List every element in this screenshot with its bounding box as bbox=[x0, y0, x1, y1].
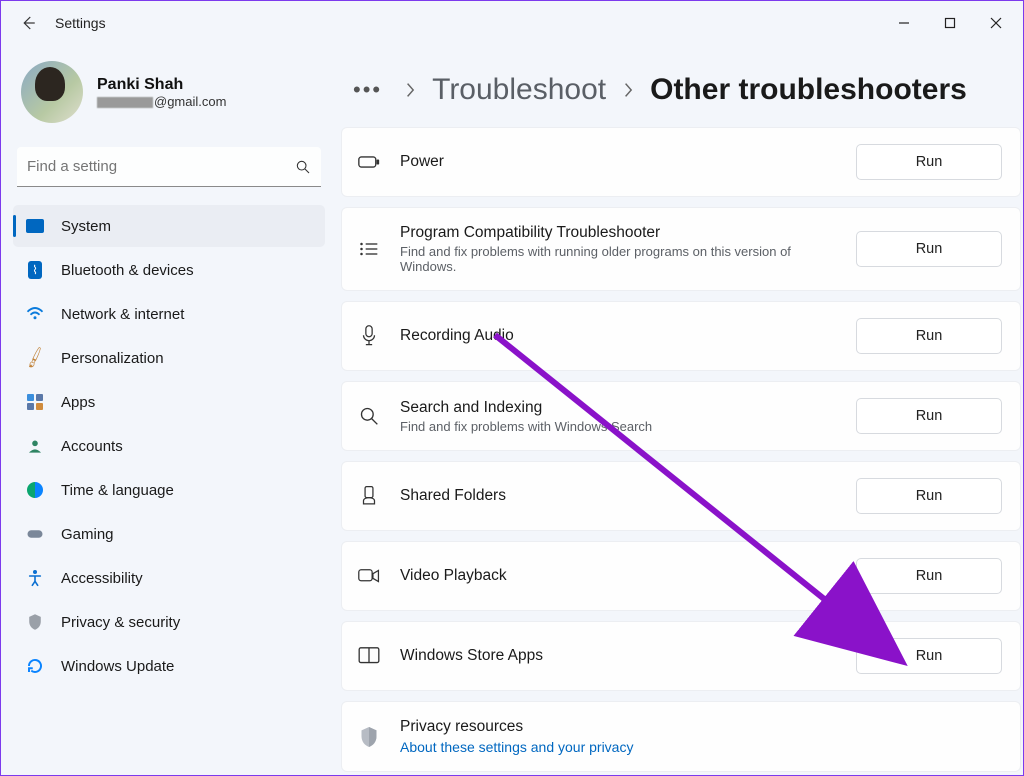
troubleshooter-title: Video Playback bbox=[400, 567, 838, 585]
store-apps-icon bbox=[356, 647, 382, 665]
maximize-icon bbox=[944, 17, 956, 29]
troubleshooter-row-recording: Recording Audio Run bbox=[341, 301, 1021, 371]
breadcrumb-link-troubleshoot[interactable]: Troubleshoot bbox=[432, 73, 606, 107]
sidebar-nav: System ⌇ Bluetooth & devices Network & i… bbox=[13, 205, 325, 687]
sidebar-item-time[interactable]: Time & language bbox=[13, 469, 325, 511]
troubleshooter-row-video: Video Playback Run bbox=[341, 541, 1021, 611]
main-content: ••• Troubleshoot Other troubleshooters P… bbox=[341, 45, 1023, 775]
sidebar-item-label: Accessibility bbox=[61, 570, 143, 587]
sidebar-item-system[interactable]: System bbox=[13, 205, 325, 247]
troubleshooter-title: Search and Indexing bbox=[400, 399, 838, 417]
sidebar-item-accessibility[interactable]: Accessibility bbox=[13, 557, 325, 599]
sidebar-item-label: Apps bbox=[61, 394, 95, 411]
sidebar-item-apps[interactable]: Apps bbox=[13, 381, 325, 423]
troubleshooter-row-power: Power Run bbox=[341, 127, 1021, 197]
sidebar-item-privacy[interactable]: Privacy & security bbox=[13, 601, 325, 643]
globe-clock-icon bbox=[25, 482, 45, 498]
troubleshooter-desc: Find and fix problems with Windows Searc… bbox=[400, 419, 820, 434]
profile-email: @gmail.com bbox=[97, 94, 226, 109]
sidebar-item-label: System bbox=[61, 218, 111, 235]
close-button[interactable] bbox=[973, 7, 1019, 39]
troubleshooter-title: Program Compatibility Troubleshooter bbox=[400, 224, 838, 242]
troubleshooter-list: Power Run Program Compatibility Troubles… bbox=[341, 127, 1023, 772]
video-icon bbox=[356, 568, 382, 584]
troubleshooter-row-compat: Program Compatibility Troubleshooter Fin… bbox=[341, 207, 1021, 291]
troubleshooter-title: Windows Store Apps bbox=[400, 647, 838, 665]
sidebar-item-label: Bluetooth & devices bbox=[61, 262, 194, 279]
sidebar-item-accounts[interactable]: Accounts bbox=[13, 425, 325, 467]
troubleshooter-title: Power bbox=[400, 153, 838, 171]
wifi-icon bbox=[25, 307, 45, 321]
run-button-power[interactable]: Run bbox=[856, 144, 1002, 180]
privacy-resources-card: Privacy resources About these settings a… bbox=[341, 701, 1021, 772]
email-obscured bbox=[97, 97, 153, 108]
sidebar-item-label: Network & internet bbox=[61, 306, 184, 323]
troubleshooter-row-store: Windows Store Apps Run bbox=[341, 621, 1021, 691]
search-box[interactable] bbox=[17, 147, 321, 187]
sidebar-item-gaming[interactable]: Gaming bbox=[13, 513, 325, 555]
update-icon bbox=[25, 657, 45, 675]
sidebar-item-label: Gaming bbox=[61, 526, 114, 543]
close-icon bbox=[990, 17, 1002, 29]
apps-icon bbox=[25, 394, 45, 410]
sidebar-item-bluetooth[interactable]: ⌇ Bluetooth & devices bbox=[13, 249, 325, 291]
run-button-video[interactable]: Run bbox=[856, 558, 1002, 594]
bluetooth-icon: ⌇ bbox=[25, 261, 45, 279]
avatar bbox=[21, 61, 83, 123]
breadcrumb: ••• Troubleshoot Other troubleshooters bbox=[341, 65, 1023, 127]
breadcrumb-more-button[interactable]: ••• bbox=[347, 77, 388, 103]
search-input[interactable] bbox=[27, 158, 295, 175]
gamepad-icon bbox=[25, 527, 45, 541]
run-button-shared[interactable]: Run bbox=[856, 478, 1002, 514]
profile-block[interactable]: Panki Shah @gmail.com bbox=[13, 55, 325, 143]
minimize-button[interactable] bbox=[881, 7, 927, 39]
sidebar-item-label: Time & language bbox=[61, 482, 174, 499]
run-button-compat[interactable]: Run bbox=[856, 231, 1002, 267]
window-controls bbox=[881, 7, 1019, 39]
breadcrumb-current: Other troubleshooters bbox=[650, 73, 967, 107]
back-button[interactable] bbox=[19, 14, 41, 32]
monitor-icon bbox=[25, 219, 45, 233]
privacy-link[interactable]: About these settings and your privacy bbox=[400, 739, 1002, 755]
shield-icon bbox=[356, 725, 382, 749]
window-title: Settings bbox=[55, 15, 106, 31]
search-icon bbox=[295, 159, 311, 175]
sidebar-item-label: Privacy & security bbox=[61, 614, 180, 631]
chevron-right-icon bbox=[404, 82, 416, 98]
troubleshooter-title: Recording Audio bbox=[400, 327, 838, 345]
run-button-recording[interactable]: Run bbox=[856, 318, 1002, 354]
titlebar: Settings bbox=[1, 1, 1023, 45]
list-icon bbox=[356, 240, 382, 258]
run-button-search[interactable]: Run bbox=[856, 398, 1002, 434]
minimize-icon bbox=[898, 17, 910, 29]
troubleshooter-title: Shared Folders bbox=[400, 487, 838, 505]
privacy-title: Privacy resources bbox=[400, 718, 1002, 736]
brush-icon: 🖌 bbox=[22, 345, 48, 371]
profile-name: Panki Shah bbox=[97, 76, 226, 94]
sidebar-item-personalization[interactable]: 🖌 Personalization bbox=[13, 337, 325, 379]
sidebar-item-label: Accounts bbox=[61, 438, 123, 455]
troubleshooter-desc: Find and fix problems with running older… bbox=[400, 244, 820, 274]
sidebar-item-label: Personalization bbox=[61, 350, 164, 367]
arrow-left-icon bbox=[19, 14, 37, 32]
troubleshooter-row-search: Search and Indexing Find and fix problem… bbox=[341, 381, 1021, 451]
accessibility-icon bbox=[25, 569, 45, 587]
search-icon bbox=[356, 406, 382, 426]
maximize-button[interactable] bbox=[927, 7, 973, 39]
battery-icon bbox=[356, 155, 382, 169]
shield-icon bbox=[25, 613, 45, 631]
run-button-store[interactable]: Run bbox=[856, 638, 1002, 674]
sidebar: Panki Shah @gmail.com System ⌇ Bluetooth… bbox=[1, 45, 341, 775]
sidebar-item-update[interactable]: Windows Update bbox=[13, 645, 325, 687]
microphone-icon bbox=[356, 325, 382, 347]
troubleshooter-row-shared: Shared Folders Run bbox=[341, 461, 1021, 531]
sidebar-item-label: Windows Update bbox=[61, 658, 174, 675]
person-icon bbox=[25, 438, 45, 454]
shared-folder-icon bbox=[356, 485, 382, 507]
chevron-right-icon bbox=[622, 82, 634, 98]
sidebar-item-network[interactable]: Network & internet bbox=[13, 293, 325, 335]
